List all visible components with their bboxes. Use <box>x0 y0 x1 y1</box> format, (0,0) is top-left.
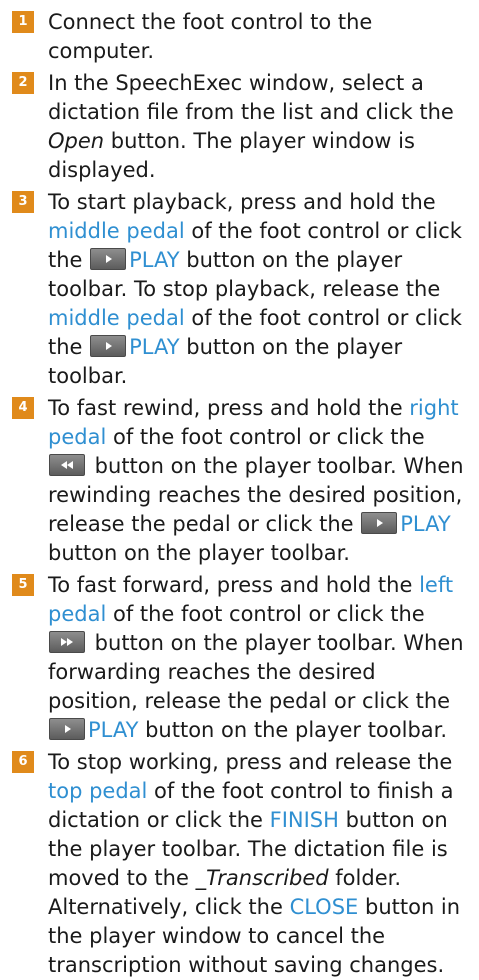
step-text-fragment: button on the player toolbar. <box>138 718 448 742</box>
play-icon <box>90 335 127 357</box>
highlighted-term: middle pedal <box>48 219 185 243</box>
play-icon <box>361 512 398 534</box>
step-text-fragment: of the foot control or click the <box>106 602 425 626</box>
step-number-badge: 1 <box>12 11 34 33</box>
step-text-fragment: Connect the foot control to the computer… <box>48 10 373 63</box>
fast-forward-icon <box>49 631 85 653</box>
step-text-fragment: To fast rewind, press and hold the <box>48 396 410 420</box>
play-icon <box>49 718 85 740</box>
step-text-fragment: button on the player toolbar. <box>48 541 350 565</box>
step-text-fragment: button. The player window is displayed. <box>48 129 415 182</box>
italic-term: Open <box>48 129 105 153</box>
step-text-fragment: of the foot control or click the <box>106 425 425 449</box>
step-text: To fast forward, press and hold the left… <box>48 571 469 745</box>
rewind-icon <box>49 454 85 476</box>
highlighted-term: PLAY <box>129 248 180 272</box>
step-text-fragment: In the SpeechExec window, select a dicta… <box>48 71 454 124</box>
step-item: 6 To stop working, press and release the … <box>12 748 469 980</box>
step-item: 1 Connect the foot control to the compute… <box>12 8 469 66</box>
step-number-badge: 2 <box>12 72 34 94</box>
step-item: 3 To start playback, press and hold the m… <box>12 188 469 391</box>
step-text: Connect the foot control to the computer… <box>48 8 469 66</box>
step-text: To fast rewind, press and hold the right… <box>48 394 469 568</box>
step-text: To start playback, press and hold the mi… <box>48 188 469 391</box>
play-icon <box>90 248 127 270</box>
step-item: 4 To fast rewind, press and hold the righ… <box>12 394 469 568</box>
instruction-steps-list: 1 Connect the foot control to the compute… <box>0 0 479 980</box>
step-text-fragment: To stop working, press and release the <box>48 750 453 774</box>
highlighted-term: PLAY <box>400 512 451 536</box>
italic-term: _Transcribed <box>195 866 329 890</box>
highlighted-term: FINISH <box>269 808 339 832</box>
highlighted-term: middle pedal <box>48 306 185 330</box>
step-item: 2 In the SpeechExec window, select a dict… <box>12 69 469 185</box>
highlighted-term: top pedal <box>48 779 148 803</box>
step-text: To stop working, press and release the t… <box>48 748 469 980</box>
step-text-fragment: To start playback, press and hold the <box>48 190 436 214</box>
step-item: 5 To fast forward, press and hold the lef… <box>12 571 469 745</box>
step-number-badge: 6 <box>12 751 34 773</box>
step-text: In the SpeechExec window, select a dicta… <box>48 69 469 185</box>
highlighted-term: PLAY <box>88 718 139 742</box>
step-text-fragment: button on the player toolbar. When forwa… <box>48 631 464 713</box>
step-text-fragment: To fast forward, press and hold the <box>48 573 420 597</box>
highlighted-term: CLOSE <box>289 895 359 919</box>
highlighted-term: PLAY <box>129 335 180 359</box>
step-number-badge: 5 <box>12 574 34 596</box>
step-number-badge: 3 <box>12 191 34 213</box>
step-number-badge: 4 <box>12 397 34 419</box>
